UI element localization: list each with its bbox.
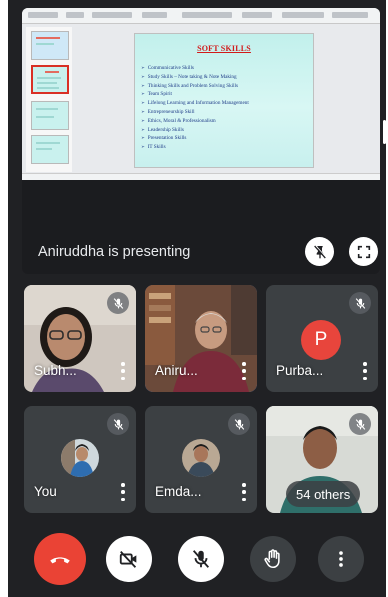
more-vert-icon: [339, 551, 343, 567]
muted-indicator: [228, 413, 250, 435]
raise-hand-button[interactable]: [250, 536, 296, 582]
more-options-button[interactable]: [318, 536, 364, 582]
hang-up-icon: [50, 557, 70, 564]
participant-options-button[interactable]: [241, 483, 247, 501]
mic-off-icon: [355, 418, 365, 430]
meet-screen: SOFT SKILLS Communicative Skills Study S…: [8, 0, 386, 597]
muted-indicator: [349, 292, 371, 314]
participant-options-button[interactable]: [362, 362, 368, 380]
avatar: P: [301, 320, 341, 360]
participant-options-button[interactable]: [120, 362, 126, 380]
pin-off-icon: [313, 244, 327, 259]
slide-bullet: Leadership Skills: [141, 126, 249, 135]
scroll-indicator: [383, 120, 386, 144]
others-count-pill[interactable]: 54 others: [286, 481, 361, 507]
mic-off-icon: [113, 418, 123, 430]
shared-screen: SOFT SKILLS Communicative Skills Study S…: [22, 8, 380, 180]
ppt-statusbar: [22, 173, 380, 180]
slide-bullet: Presentation Skills: [141, 134, 249, 143]
slide-bullet: Team Spirit: [141, 90, 249, 99]
ppt-ribbon: [22, 8, 380, 24]
participant-name: Subh...: [34, 363, 77, 378]
camera-off-icon: [119, 551, 137, 568]
slide-bullet: Entrepreneurship Skill: [141, 108, 249, 117]
raise-hand-icon: [264, 549, 280, 569]
avatar: [61, 439, 99, 477]
participant-name: Aniru...: [155, 363, 198, 378]
slide-bullet: Communicative Skills: [141, 64, 249, 73]
slide-bullet: Lifelong Learning and Information Manage…: [141, 99, 249, 108]
unpin-button[interactable]: [305, 237, 334, 266]
participant-name: Purba...: [276, 363, 324, 378]
participant-name: You: [34, 484, 57, 499]
stage-scroll-indicator: [374, 126, 377, 150]
avatar-photo: [61, 439, 99, 477]
fullscreen-icon: [357, 245, 370, 258]
slide-bullet: Study Skills – Note taking & Note Making: [141, 73, 249, 82]
participant-options-button[interactable]: [241, 362, 247, 380]
mic-off-icon: [234, 418, 244, 430]
presentation-stage[interactable]: SOFT SKILLS Communicative Skills Study S…: [22, 8, 380, 274]
others-tile[interactable]: 54 others: [266, 406, 378, 513]
muted-indicator: [107, 292, 129, 314]
slide-bullet: IT Skills: [141, 143, 249, 152]
participant-name: Emda...: [155, 484, 202, 499]
fullscreen-button[interactable]: [349, 237, 378, 266]
participant-tile[interactable]: P Purba...: [266, 285, 378, 392]
mic-off-icon: [192, 550, 210, 568]
camera-toggle-button[interactable]: [106, 536, 152, 582]
avatar-photo: [182, 439, 220, 477]
participant-tile-self[interactable]: You: [24, 406, 136, 513]
slide-bullet: Thinking Skills and Problem Solving Skil…: [141, 82, 249, 91]
slide-bullets: Communicative Skills Study Skills – Note…: [141, 64, 249, 152]
microphone-toggle-button[interactable]: [178, 536, 224, 582]
slide-bullet: Ethics, Moral & Professionalism: [141, 117, 249, 126]
participant-tile[interactable]: Subh...: [24, 285, 136, 392]
muted-indicator: [349, 413, 371, 435]
presenting-label: Aniruddha is presenting: [38, 244, 191, 260]
participant-tile-active[interactable]: Aniru...: [145, 285, 257, 392]
slide-thumbnails: [26, 27, 72, 172]
avatar: [182, 439, 220, 477]
current-slide: SOFT SKILLS Communicative Skills Study S…: [134, 33, 314, 168]
participant-tile[interactable]: Emda...: [145, 406, 257, 513]
leave-call-button[interactable]: [34, 533, 86, 585]
muted-indicator: [107, 413, 129, 435]
participant-options-button[interactable]: [120, 483, 126, 501]
mic-off-icon: [355, 297, 365, 309]
slide-title: SOFT SKILLS: [197, 44, 251, 53]
mic-off-icon: [113, 297, 123, 309]
